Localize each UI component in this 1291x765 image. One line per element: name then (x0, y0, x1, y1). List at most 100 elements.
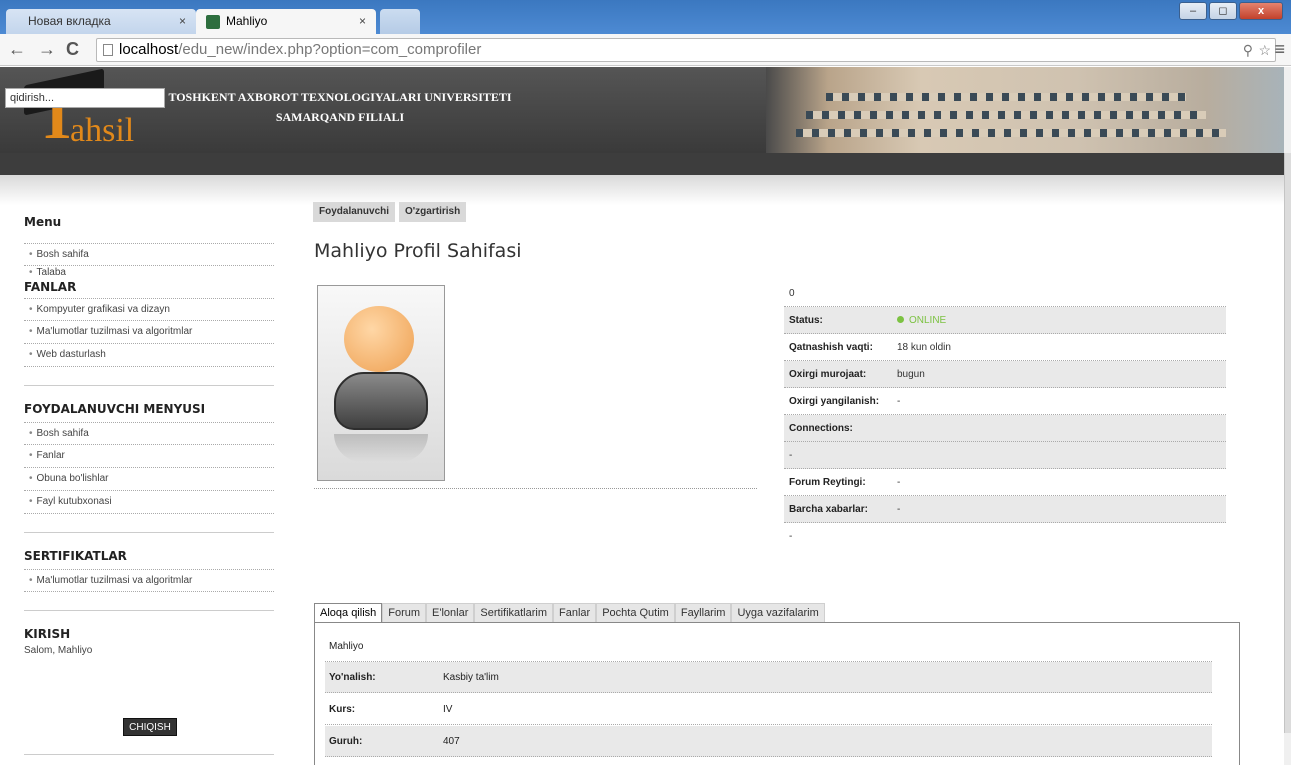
panel-value: Kasbiy ta'lim (443, 671, 499, 683)
info-row-extra: - (784, 523, 1226, 550)
info-value: - (897, 395, 901, 407)
bullet-icon: • (29, 249, 33, 260)
info-row-murojaat: Oxirgi murojaat: bugun (784, 361, 1226, 388)
panel-value: 407 (443, 735, 460, 747)
browser-tab-mahliyo[interactable]: Mahliyo × (196, 9, 376, 34)
building-photo (766, 67, 1284, 153)
info-row-connections: Connections: (784, 415, 1226, 442)
sidebar-item-fayl-kutubxonasi[interactable]: • Fayl kutubxonasi (24, 491, 274, 514)
bookmark-star-icon[interactable]: ☆ (1258, 42, 1271, 59)
info-key: Barcha xabarlar: (789, 503, 868, 515)
site-favicon-icon (206, 15, 220, 29)
reload-icon[interactable]: C (66, 40, 79, 58)
sidebar-item-user-bosh-sahifa[interactable]: • Bosh sahifa (24, 422, 274, 445)
minimize-button[interactable]: ‒ (1179, 2, 1207, 20)
sidebar-item-label: Bosh sahifa (36, 428, 89, 439)
sidebar-item-label: Ma'lumotlar tuzilmasi va algoritmlar (36, 575, 193, 586)
sidebar-item-label: Bosh sahifa (36, 249, 89, 260)
tab-close-icon[interactable]: × (179, 9, 186, 33)
info-value: - (897, 503, 901, 515)
sidebar-item-malumotlar-tuzilmasi[interactable]: • Ma'lumotlar tuzilmasi va algoritmlar (24, 321, 274, 344)
browser-menu-icon[interactable]: ≡ (1274, 39, 1285, 60)
address-bar[interactable]: localhost/edu_new/index.php?option=com_c… (96, 38, 1276, 62)
divider (314, 488, 757, 489)
panel-key: Guruh: (329, 735, 363, 747)
sidebar-item-bosh-sahifa[interactable]: • Bosh sahifa (24, 243, 274, 266)
tab-fanlar[interactable]: Fanlar (553, 603, 597, 623)
sidebar-item-fanlar[interactable]: • Fanlar (24, 445, 274, 468)
sidebar: Menu • Bosh sahifa • Talaba FANLAR • Kompyu… (24, 215, 274, 656)
info-row-barcha-xabarlar: Barcha xabarlar: - (784, 496, 1226, 523)
info-row-qatnashish: Qatnashish vaqti: 18 kun oldin (784, 334, 1226, 361)
sidebar-item-talaba[interactable]: • Talaba (24, 266, 274, 280)
info-key: Qatnashish vaqti: (789, 341, 873, 353)
profile-tab-panel: Mahliyo Yo'nalish: Kasbiy ta'lim Kurs: IV … (314, 622, 1240, 765)
browser-tab-new[interactable]: Новая вкладка × (6, 9, 196, 34)
bullet-icon: • (29, 267, 33, 278)
panel-key: Kurs: (329, 703, 356, 715)
profile-info-table: 0 Status: ONLINE Qatnashish vaqti: 18 kun … (784, 280, 1226, 550)
bullet-icon: • (29, 575, 33, 586)
info-key: Oxirgi murojaat: (789, 368, 867, 380)
info-value: - (897, 476, 901, 488)
page-title: Mahliyo Profil Sahifasi (314, 240, 522, 262)
page-icon (103, 44, 113, 56)
university-title: TOSHKENT AXBOROT TEXNOLOGIYALARI UNIVERS… (160, 87, 520, 127)
bullet-icon: • (29, 326, 33, 337)
window-controls: ‒ ◻ x (1179, 2, 1283, 20)
profile-subtabs: Foydalanuvchi O'zgartirish (313, 202, 467, 222)
maximize-button[interactable]: ◻ (1209, 2, 1237, 20)
avatar-head-icon (344, 306, 414, 372)
panel-row-yonalish: Yo'nalish: Kasbiy ta'lim (325, 662, 1212, 693)
panel-value: IV (443, 703, 453, 715)
avatar (317, 285, 445, 481)
bullet-icon: • (29, 304, 33, 315)
sidebar-item-obuna[interactable]: • Obuna bo'lishlar (24, 468, 274, 491)
logout-button[interactable]: CHIQISH (123, 718, 177, 736)
tab-close-icon[interactable]: × (359, 9, 366, 33)
tab-sertifikatlarim[interactable]: Sertifikatlarim (474, 603, 554, 623)
url-host: localhost (119, 41, 179, 58)
sidebar-item-cert[interactable]: • Ma'lumotlar tuzilmasi va algoritmlar (24, 569, 274, 592)
info-key: Forum Reytingi: (789, 476, 866, 488)
tab-foydalanuvchi[interactable]: Foydalanuvchi (313, 202, 396, 222)
tab-forum[interactable]: Forum (382, 603, 427, 623)
site-search-input[interactable]: qidirish... (5, 88, 165, 108)
info-value: - (789, 449, 793, 461)
info-row-forum-reytingi: Forum Reytingi: - (784, 469, 1226, 496)
tab-fayllarim[interactable]: Fayllarim (674, 603, 732, 623)
info-value: bugun (897, 368, 925, 380)
tab-elonlar[interactable]: E'lonlar (426, 603, 475, 623)
browser-tabstrip: Новая вкладка × Mahliyo × ‒ ◻ x (0, 0, 1291, 34)
site-header: T ahsil TOSHKENT AXBOROT TEXNOLOGIYALARI… (0, 67, 1284, 175)
new-tab-button[interactable] (380, 9, 420, 34)
zoom-icon[interactable]: ⚲ (1243, 42, 1253, 59)
sidebar-item-kompyuter-grafikasi[interactable]: • Kompyuter grafikasi va dizayn (24, 298, 274, 321)
back-arrow-icon[interactable]: ← (8, 40, 26, 58)
sidebar-divider (24, 610, 274, 611)
tab-title: Mahliyo (226, 14, 268, 28)
sidebar-divider (24, 532, 274, 533)
sidebar-item-label: Fayl kutubxonasi (36, 496, 112, 507)
scrollbar-thumb[interactable] (1284, 153, 1291, 733)
sidebar-item-label: Web dasturlash (36, 349, 106, 360)
panel-name-row: Mahliyo (325, 631, 1212, 662)
page-scrollbar[interactable] (1284, 67, 1291, 765)
sidebar-item-label: Talaba (36, 267, 66, 278)
panel-row-guruh: Guruh: 407 (325, 726, 1212, 757)
close-window-button[interactable]: x (1239, 2, 1283, 20)
bullet-icon: • (29, 450, 33, 461)
info-row-yangilanish: Oxirgi yangilanish: - (784, 388, 1226, 415)
panel-name: Mahliyo (329, 640, 364, 652)
forward-arrow-icon[interactable]: → (38, 40, 56, 58)
sidebar-item-web-dasturlash[interactable]: • Web dasturlash (24, 344, 274, 367)
tab-pochta-qutim[interactable]: Pochta Qutim (596, 603, 675, 623)
tab-aloqa-qilish[interactable]: Aloqa qilish (314, 603, 383, 623)
university-title-line1: TOSHKENT AXBOROT TEXNOLOGIYALARI UNIVERS… (168, 90, 512, 104)
bullet-icon: • (29, 428, 33, 439)
browser-toolbar: ← → C localhost/edu_new/index.php?option… (0, 34, 1291, 66)
profile-tabs: Aloqa qilish Forum E'lonlar Sertifikatla… (314, 603, 825, 623)
tab-ozgartirish[interactable]: O'zgartirish (399, 202, 467, 222)
greeting-text: Salom, Mahliyo (24, 645, 93, 656)
tab-uyga-vazifalarim[interactable]: Uyga vazifalarim (731, 603, 825, 623)
